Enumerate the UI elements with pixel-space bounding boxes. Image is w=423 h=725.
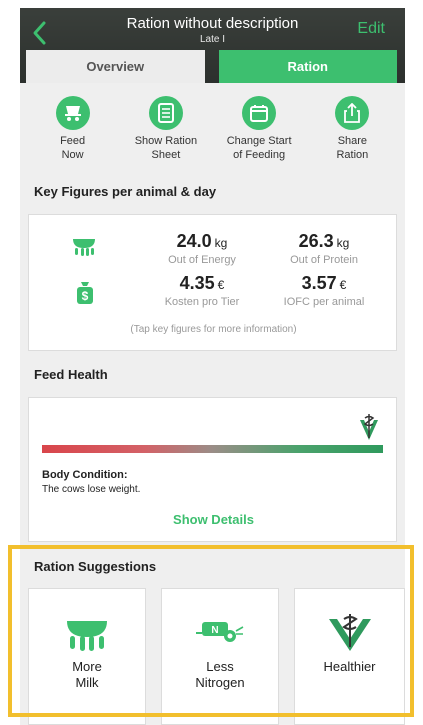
- calendar-icon: [242, 96, 277, 130]
- change-start-label: Change Start of Feeding: [226, 135, 292, 161]
- more-milk-label: More Milk: [72, 659, 102, 690]
- svg-text:N: N: [211, 625, 218, 636]
- tab-bar: Overview Ration: [26, 50, 397, 83]
- udder-icon: [73, 239, 95, 256]
- feed-health-title: Feed Health: [34, 367, 108, 382]
- share-ration-label: Share Ration: [336, 135, 369, 161]
- money-bag-icon: $: [77, 282, 93, 304]
- healthier-label: Healthier: [323, 659, 376, 674]
- header: Ration without description Late I Edit O…: [20, 8, 405, 83]
- protein-figure[interactable]: 26.3 kg Out of Protein: [259, 231, 389, 266]
- body-condition-text: The cows lose weight.: [42, 484, 141, 495]
- healthier-card[interactable]: Healthier: [294, 588, 405, 725]
- vet-indicator-icon: [360, 414, 379, 440]
- tab-overview[interactable]: Overview: [26, 50, 205, 83]
- vet-symbol-icon: [328, 614, 371, 651]
- udder-icon: [67, 621, 107, 651]
- ration-suggestions-title: Ration Suggestions: [34, 559, 157, 574]
- share-icon: [335, 96, 370, 130]
- key-figures-hint: (Tap key figures for more information): [130, 324, 297, 335]
- feed-health-card: Body Condition: The cows lose weight. Sh…: [28, 397, 397, 542]
- nitrogen-spreader-icon: N: [196, 622, 244, 642]
- ration-sheet-icon: [148, 96, 183, 130]
- show-ration-sheet-label: Show Ration Sheet: [134, 135, 198, 161]
- key-figures-card[interactable]: $ 24.0 kg Out of Energy 26.3 kg Out of Pro…: [28, 214, 397, 351]
- less-nitrogen-card[interactable]: N Less Nitrogen: [161, 588, 279, 725]
- tab-ration[interactable]: Ration: [218, 50, 397, 83]
- feed-now-button[interactable]: Feed Now: [27, 96, 119, 162]
- less-nitrogen-label: Less Nitrogen: [195, 659, 245, 690]
- action-row: Feed Now Show Ration Sheet Change Start …: [20, 96, 405, 162]
- edit-button[interactable]: Edit: [357, 20, 385, 38]
- ration-title: Ration without description: [126, 15, 299, 32]
- feed-cart-icon: [55, 96, 90, 130]
- svg-text:$: $: [82, 289, 89, 303]
- app-screen: Ration without description Late I Edit O…: [20, 8, 405, 725]
- key-figures-title: Key Figures per animal & day: [34, 184, 217, 199]
- energy-figure[interactable]: 24.0 kg Out of Energy: [137, 231, 267, 266]
- show-ration-sheet-button[interactable]: Show Ration Sheet: [120, 96, 212, 162]
- ration-subtitle: Late I: [199, 34, 226, 45]
- share-ration-button[interactable]: Share Ration: [306, 96, 398, 162]
- cost-figure[interactable]: 4.35 € Kosten pro Tier: [137, 273, 267, 308]
- body-condition-title: Body Condition:: [42, 469, 128, 481]
- iofc-figure[interactable]: 3.57 € IOFC per animal: [259, 273, 389, 308]
- feed-now-label: Feed Now: [60, 135, 86, 161]
- change-start-of-feeding-button[interactable]: Change Start of Feeding: [213, 96, 305, 162]
- more-milk-card[interactable]: More Milk: [28, 588, 146, 725]
- health-gradient-bar: [42, 445, 383, 453]
- show-details-link[interactable]: Show Details: [29, 512, 398, 527]
